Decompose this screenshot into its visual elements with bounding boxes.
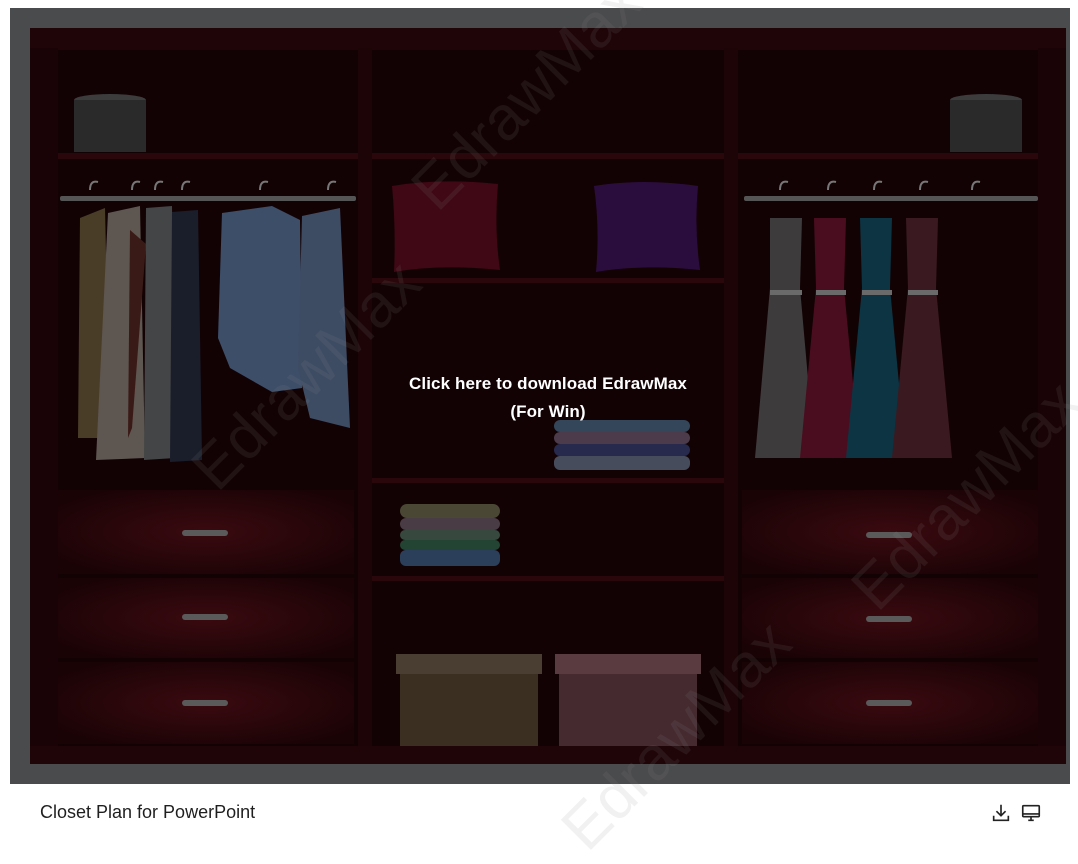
template-title[interactable]: Closet Plan for PowerPoint bbox=[40, 802, 255, 823]
template-preview[interactable]: Click here to download EdrawMax (For Win… bbox=[10, 8, 1070, 784]
drawers-left bbox=[58, 490, 354, 744]
storage-box-right bbox=[555, 654, 701, 746]
template-card: Click here to download EdrawMax (For Win… bbox=[0, 0, 1078, 863]
download-icon[interactable] bbox=[990, 802, 1012, 824]
card-actions bbox=[990, 798, 1042, 828]
storage-box-left bbox=[396, 654, 542, 746]
hat-box-right bbox=[950, 94, 1022, 152]
pillow-purple bbox=[594, 182, 700, 272]
folded-clothes-left bbox=[400, 504, 500, 566]
pillow-red bbox=[392, 181, 500, 272]
hat-box-left bbox=[74, 94, 146, 152]
drawers-right bbox=[742, 490, 1038, 744]
desktop-icon[interactable] bbox=[1020, 802, 1042, 824]
folded-clothes-center bbox=[554, 420, 690, 470]
closet-illustration bbox=[30, 28, 1066, 764]
